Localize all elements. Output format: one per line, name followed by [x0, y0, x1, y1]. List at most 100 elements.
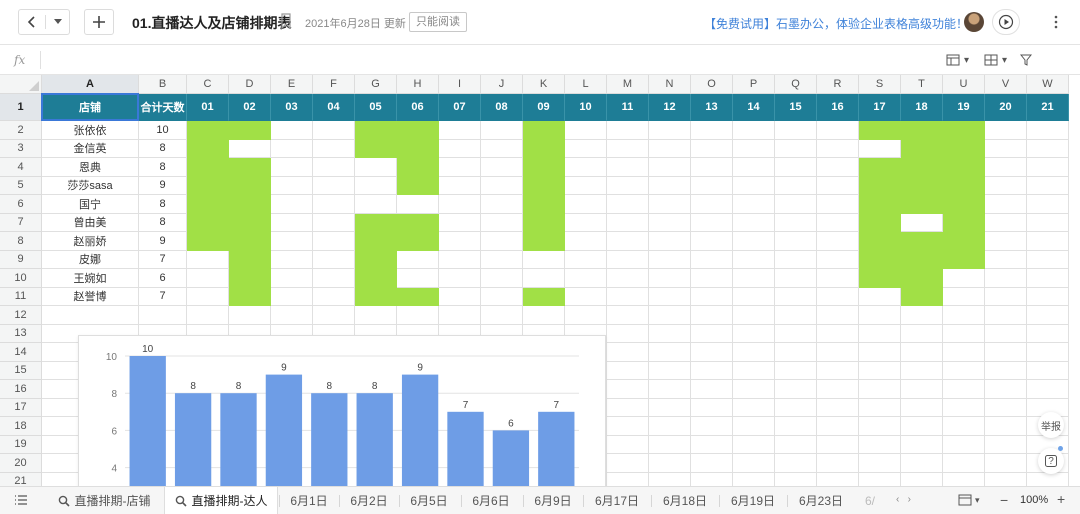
empty-cell[interactable] [439, 176, 481, 195]
scheduled-cell[interactable] [943, 139, 985, 158]
row-header[interactable]: 15 [0, 361, 42, 380]
empty-cell[interactable] [733, 398, 775, 417]
header-cell[interactable]: 02 [229, 94, 271, 121]
scheduled-cell[interactable] [523, 139, 565, 158]
empty-cell[interactable] [607, 139, 649, 158]
total-days-cell[interactable]: 8 [139, 139, 187, 158]
select-all-corner[interactable] [0, 75, 42, 94]
empty-cell[interactable] [691, 398, 733, 417]
empty-cell[interactable] [271, 213, 313, 232]
scheduled-cell[interactable] [859, 121, 901, 140]
empty-cell[interactable] [775, 361, 817, 380]
present-button[interactable] [992, 9, 1020, 35]
document-title[interactable]: 01.直播达人及店铺排期表 [132, 13, 291, 33]
empty-cell[interactable] [901, 417, 943, 436]
empty-cell[interactable] [439, 158, 481, 177]
empty-cell[interactable] [985, 343, 1027, 362]
empty-cell[interactable] [607, 472, 649, 486]
scheduled-cell[interactable] [187, 139, 229, 158]
empty-cell[interactable] [1027, 195, 1069, 214]
freeze-button[interactable]: ▾ [984, 52, 1007, 68]
total-days-cell[interactable]: 7 [139, 250, 187, 269]
empty-cell[interactable] [943, 361, 985, 380]
empty-cell[interactable] [439, 232, 481, 251]
empty-cell[interactable] [985, 139, 1027, 158]
empty-cell[interactable] [901, 472, 943, 486]
empty-cell[interactable] [817, 287, 859, 306]
scheduled-cell[interactable] [397, 121, 439, 140]
empty-cell[interactable] [733, 213, 775, 232]
empty-cell[interactable] [691, 158, 733, 177]
total-days-cell[interactable]: 6 [139, 269, 187, 288]
empty-cell[interactable] [943, 435, 985, 454]
empty-cell[interactable] [943, 306, 985, 325]
empty-cell[interactable] [607, 232, 649, 251]
empty-cell[interactable] [859, 139, 901, 158]
zoom-in-button[interactable]: + [1057, 491, 1065, 507]
empty-cell[interactable] [607, 435, 649, 454]
header-cell[interactable]: 08 [481, 94, 523, 121]
empty-cell[interactable] [607, 158, 649, 177]
back-menu-button[interactable] [18, 9, 70, 35]
empty-cell[interactable] [565, 232, 607, 251]
sheet-tab[interactable]: 6月23日 [790, 487, 852, 514]
empty-cell[interactable] [691, 213, 733, 232]
empty-cell[interactable] [607, 380, 649, 399]
empty-cell[interactable] [355, 195, 397, 214]
row-header[interactable]: 2 [0, 121, 42, 140]
scheduled-cell[interactable] [229, 158, 271, 177]
chart-bar[interactable] [401, 374, 439, 495]
name-cell[interactable]: 金信英 [42, 139, 139, 158]
empty-cell[interactable] [775, 213, 817, 232]
scheduled-cell[interactable] [901, 139, 943, 158]
empty-cell[interactable] [985, 121, 1027, 140]
scheduled-cell[interactable] [943, 250, 985, 269]
chart-bar[interactable] [356, 393, 393, 495]
empty-cell[interactable] [607, 454, 649, 473]
header-cell[interactable]: 16 [817, 94, 859, 121]
name-cell[interactable]: 张依依 [42, 121, 139, 140]
empty-cell[interactable] [649, 121, 691, 140]
scheduled-cell[interactable] [355, 250, 397, 269]
empty-cell[interactable] [901, 435, 943, 454]
empty-cell[interactable] [733, 195, 775, 214]
empty-cell[interactable] [649, 398, 691, 417]
empty-cell[interactable] [1027, 121, 1069, 140]
zoom-out-button[interactable]: − [1000, 492, 1008, 508]
scheduled-cell[interactable] [943, 195, 985, 214]
empty-cell[interactable] [1027, 380, 1069, 399]
column-header[interactable]: I [439, 75, 481, 94]
empty-cell[interactable] [523, 250, 565, 269]
empty-cell[interactable] [775, 269, 817, 288]
header-cell[interactable]: 店铺 [42, 94, 139, 121]
sheet-tab[interactable]: 6月18日 [654, 487, 716, 514]
chart-bar[interactable] [129, 356, 166, 495]
scheduled-cell[interactable] [523, 195, 565, 214]
empty-cell[interactable] [565, 250, 607, 269]
empty-cell[interactable] [1027, 343, 1069, 362]
column-header[interactable]: N [649, 75, 691, 94]
empty-cell[interactable] [313, 121, 355, 140]
bar-chart[interactable]: 10 8 6 4 10 8 8 9 8 8 9 7 6 7 [78, 335, 606, 495]
bookmark-icon[interactable] [280, 13, 292, 29]
empty-cell[interactable] [985, 398, 1027, 417]
scheduled-cell[interactable] [397, 232, 439, 251]
total-days-cell[interactable]: 8 [139, 213, 187, 232]
empty-cell[interactable] [691, 176, 733, 195]
empty-cell[interactable] [1027, 232, 1069, 251]
empty-cell[interactable] [817, 139, 859, 158]
column-header[interactable]: F [313, 75, 355, 94]
empty-cell[interactable] [859, 417, 901, 436]
sheet-tab[interactable]: 6月6日 [464, 487, 518, 514]
empty-cell[interactable] [271, 287, 313, 306]
empty-cell[interactable] [1027, 472, 1069, 486]
column-header[interactable]: L [565, 75, 607, 94]
empty-cell[interactable] [481, 195, 523, 214]
empty-cell[interactable] [775, 417, 817, 436]
empty-cell[interactable] [691, 472, 733, 486]
empty-cell[interactable] [607, 269, 649, 288]
header-cell[interactable]: 15 [775, 94, 817, 121]
empty-cell[interactable] [229, 139, 271, 158]
name-cell[interactable]: 莎莎sasa [42, 176, 139, 195]
empty-cell[interactable] [271, 250, 313, 269]
